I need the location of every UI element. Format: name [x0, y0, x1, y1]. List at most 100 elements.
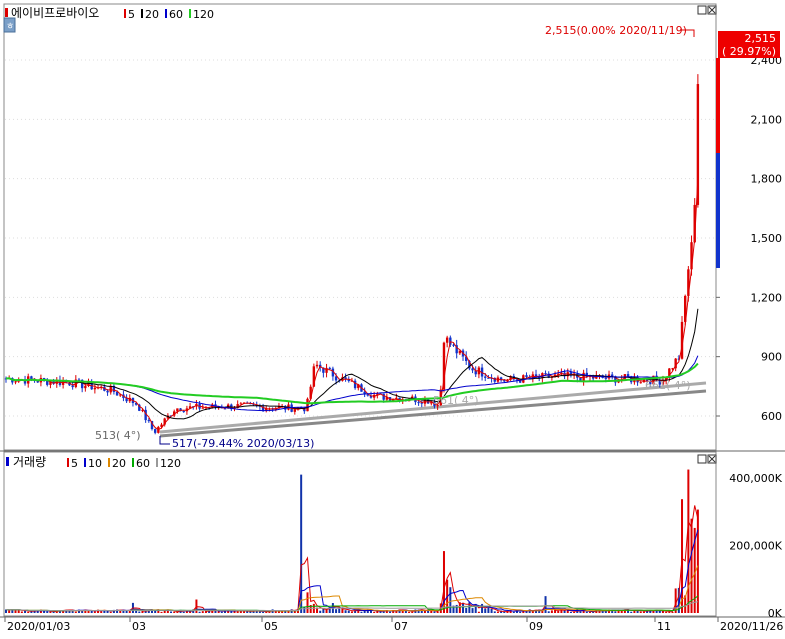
vol-legend-label-5: 5	[71, 457, 78, 470]
trend-annotation-left: 513( 4°)	[95, 429, 141, 442]
candle-body	[93, 387, 97, 390]
price-tick-label: 600	[761, 410, 782, 423]
price-tick-label: 2,100	[751, 113, 783, 126]
high-annotation: 2,515(0.00% 2020/11/19)	[545, 24, 687, 37]
volume-bar	[138, 611, 141, 613]
volume-bar	[125, 610, 128, 613]
volume-bar	[585, 611, 588, 613]
low-annotation: 517(-79.44% 2020/03/13)	[172, 437, 314, 450]
candle-body	[382, 393, 385, 400]
volume-bar	[563, 610, 566, 613]
minimize-panel-button[interactable]	[697, 5, 707, 15]
volume-bar	[135, 610, 138, 613]
candle-body	[147, 420, 151, 422]
volume-bar	[170, 611, 173, 613]
volume-bar	[487, 607, 490, 613]
vol-legend-label-10: 10	[88, 457, 102, 470]
volume-bar	[160, 611, 163, 613]
stock-chart-window: ㅎ 에이비프로바이오 5 20 60 120 거래량 5 10 20 60 120 2,400…	[0, 0, 785, 636]
price-range-bar-red	[716, 58, 720, 153]
volume-bar	[360, 611, 363, 613]
volume-bar	[46, 611, 49, 613]
x-tick-label: 07	[394, 620, 408, 633]
ma-legend-label-60: 60	[169, 8, 183, 21]
vol-legend-swatch-5	[67, 458, 69, 467]
x-tick-label: 2020/11/26	[720, 620, 783, 633]
volume-bar	[335, 609, 338, 613]
candle-body	[315, 364, 319, 367]
x-tick-label: 11	[657, 620, 671, 633]
volume-bar	[325, 609, 328, 613]
vol-legend-label-60: 60	[136, 457, 150, 470]
volume-bar	[347, 610, 350, 613]
candle-body	[639, 382, 642, 384]
price-tick-label: 900	[761, 351, 782, 364]
volume-bar	[220, 611, 223, 613]
candle-body	[325, 367, 328, 373]
volume-bar	[87, 610, 90, 613]
volume-bar	[547, 611, 550, 613]
volume-panel-frame	[3, 451, 717, 617]
volume-bar	[8, 610, 11, 613]
candle-body	[182, 411, 185, 413]
candle-body	[328, 367, 331, 369]
ma-legend-swatch-120	[189, 9, 191, 18]
volume-bar	[243, 611, 246, 613]
volume-bar	[319, 610, 322, 613]
volume-bar	[379, 611, 382, 613]
volume-bar	[696, 509, 699, 613]
ma-legend-label-5: 5	[128, 8, 135, 21]
ma-legend-swatch-60	[165, 9, 167, 18]
vol-legend-swatch-20	[108, 458, 110, 467]
current-price-value: 2,515	[745, 32, 777, 45]
volume-bar	[496, 611, 499, 613]
candle-body	[525, 375, 528, 378]
vol-minimize-panel-button[interactable]	[697, 454, 707, 464]
volume-bar	[503, 611, 506, 613]
volume-bar	[661, 611, 664, 613]
volume-bar	[306, 592, 309, 613]
volume-tick-label: 400,000K	[729, 472, 782, 485]
chart-canvas: ㅎ 에이비프로바이오 5 20 60 120 거래량 5 10 20 60 120 2,400…	[0, 3, 785, 633]
volume-bar	[93, 611, 96, 613]
volume-bar	[462, 602, 465, 613]
ma-legend-swatch-5	[124, 9, 126, 18]
volume-bar	[230, 611, 233, 613]
volume-bar	[642, 611, 645, 613]
volume-bar	[579, 611, 582, 613]
volume-bar	[74, 611, 77, 613]
candle-body	[201, 407, 204, 409]
vol-legend-swatch-120	[156, 458, 158, 467]
volume-bar	[681, 499, 684, 613]
volume-bar	[630, 611, 633, 613]
legend-marker	[5, 8, 8, 17]
vol-legend-swatch-10	[84, 458, 86, 467]
volume-bar	[569, 611, 572, 613]
volume-bar	[512, 611, 515, 613]
volume-bar	[303, 606, 306, 613]
volume-bar	[639, 611, 642, 613]
candle-body	[153, 429, 157, 433]
x-tick-label: 2020/01/03	[7, 620, 70, 633]
volume-bar	[557, 610, 560, 613]
candle-body	[544, 373, 547, 375]
volume-bar	[465, 607, 468, 613]
volume-bar	[430, 610, 433, 613]
volume-bar	[550, 610, 553, 613]
candle-body	[106, 390, 109, 393]
volume-bar	[573, 611, 576, 613]
volume-bar	[119, 610, 122, 613]
volume-bar	[614, 611, 617, 613]
volume-bar	[671, 611, 674, 613]
price-tick-label: 1,800	[751, 173, 783, 186]
volume-bar	[687, 469, 690, 613]
volume-bar	[338, 608, 341, 613]
volume-bar	[198, 611, 201, 613]
volume-bar	[484, 608, 487, 613]
volume-bar	[404, 610, 407, 613]
side-tab-icon: ㅎ	[6, 22, 14, 32]
candle-body	[445, 337, 449, 343]
volume-bar	[373, 611, 376, 613]
volume-bar	[49, 611, 52, 613]
x-tick-label: 05	[264, 620, 278, 633]
